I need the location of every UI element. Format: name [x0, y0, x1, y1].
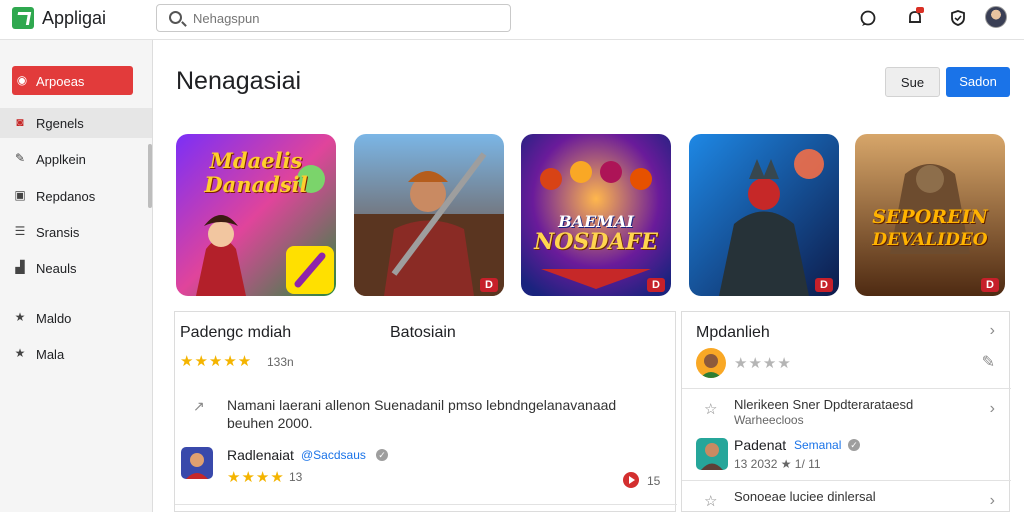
- secondary-button[interactable]: Sue: [885, 67, 940, 97]
- tab-secondary[interactable]: Batosiain: [390, 324, 456, 342]
- list-icon: ☰: [14, 224, 26, 238]
- game-tile[interactable]: SEPOREIN DEVALIDEO D: [855, 134, 1005, 296]
- developer-rating-count: 13: [289, 470, 303, 484]
- play-count: 15: [647, 474, 661, 488]
- search-icon: [169, 11, 182, 24]
- star-icon: ★: [14, 310, 26, 324]
- sidebar-item-applkein[interactable]: ✎ Applkein: [0, 144, 152, 174]
- sidebar-item-label: Mala: [36, 347, 65, 362]
- sidebar-item-arpoeas[interactable]: ◉ Arpoeas: [12, 66, 133, 95]
- search-input[interactable]: [193, 9, 493, 27]
- tile-caption-line1: Mdaelis: [209, 148, 303, 173]
- game-tile-art: [354, 134, 504, 296]
- tile-tag: D: [815, 278, 833, 292]
- developer-avatar[interactable]: [181, 447, 213, 479]
- list-avatar: [696, 438, 728, 470]
- sidebar-item-label: Rgenels: [36, 116, 84, 131]
- developer-stars: ★★★★: [227, 469, 285, 486]
- panel-title: Padengc mdiah: [180, 324, 292, 341]
- tile-caption-line1: SEPOREIN: [872, 206, 988, 228]
- divider: [175, 504, 677, 505]
- tile-tag: D: [981, 278, 999, 292]
- list-item-subtitle: Warheecloos: [734, 413, 804, 427]
- list-item-title[interactable]: Padenat: [734, 437, 786, 453]
- sidebar-item-rgenels[interactable]: ◙ Rgenels: [0, 108, 152, 138]
- side-panel: Mpdanlieh › ★★★★ ✎ ☆ Nlerikeen Sner Dpdt…: [681, 311, 1011, 512]
- chevron-right-icon[interactable]: ›: [990, 322, 995, 340]
- panel-title: Mpdanlieh: [696, 324, 770, 341]
- sidebar-item-label: Neauls: [36, 261, 77, 276]
- sidebar-item-maldo[interactable]: ★ Maldo: [0, 303, 152, 333]
- divider: [682, 388, 1011, 389]
- sidebar-item-label: Sransis: [36, 225, 80, 240]
- sidebar-item-label: Applkein: [36, 152, 86, 167]
- developer-handle[interactable]: @Sacdsaus: [301, 448, 366, 462]
- game-tile[interactable]: Mdaelis Danadsil: [176, 134, 336, 296]
- edit-icon[interactable]: ✎: [982, 352, 995, 372]
- chat-icon[interactable]: [858, 8, 878, 28]
- sidebar-item-label: Arpoeas: [36, 74, 85, 89]
- play-icon[interactable]: [623, 472, 639, 488]
- sidebar-item-sransis[interactable]: ☰ Sransis: [0, 217, 152, 247]
- sidebar-item-neauls[interactable]: ▟ Neauls: [0, 253, 152, 283]
- game-controller-icon: ◙: [16, 115, 24, 129]
- image-icon: ▣: [14, 188, 26, 202]
- edit-icon: ✎: [14, 151, 26, 165]
- chevron-right-icon[interactable]: ›: [990, 400, 995, 418]
- sidebar-item-mala[interactable]: ★ Mala: [0, 339, 152, 369]
- sidebar-item-label: Maldo: [36, 311, 72, 326]
- star-outline-icon[interactable]: ☆: [704, 400, 717, 418]
- app-logo-icon[interactable]: [12, 7, 34, 29]
- tile-tag: D: [647, 278, 665, 292]
- tile-caption-line2: NOSDAFE: [534, 229, 658, 255]
- app-name: Appligai: [42, 8, 107, 28]
- list-avatar: [696, 348, 726, 378]
- tile-tag: D: [480, 278, 498, 292]
- chart-icon: ▟: [15, 260, 25, 274]
- notification-badge: [916, 7, 924, 13]
- tile-caption-line2: Danadsil: [204, 172, 308, 197]
- verified-icon: ✓: [848, 439, 860, 451]
- game-tile-art: [689, 134, 839, 296]
- sidebar: ◉ Arpoeas ◙ Rgenels ✎ Applkein ▣ Repdano…: [0, 40, 153, 512]
- tile-caption-line2: DEVALIDEO: [872, 230, 988, 250]
- game-tile[interactable]: D: [689, 134, 839, 296]
- search-bar[interactable]: [156, 4, 511, 32]
- star-outline-icon[interactable]: ☆: [704, 492, 717, 510]
- list-item-title[interactable]: Sonoeae luciee dinlersal: [734, 489, 876, 504]
- shield-icon[interactable]: [948, 8, 968, 28]
- primary-button[interactable]: Sadon: [946, 67, 1010, 97]
- notification-icon[interactable]: [905, 7, 925, 28]
- developer-name[interactable]: Radlenaiat: [227, 447, 294, 463]
- sidebar-item-label: Repdanos: [36, 189, 96, 204]
- verified-icon: ✓: [376, 449, 388, 461]
- list-item-subtitle: 13 2032 ★ 1/ 11: [734, 457, 821, 471]
- description-text: Namani laerani allenon Suenadanil pmso l…: [227, 397, 617, 431]
- top-bar: Appligai: [0, 0, 1024, 40]
- sidebar-scrollbar[interactable]: [148, 144, 152, 208]
- page-title: Nenagasiai: [176, 67, 302, 95]
- game-tile[interactable]: D: [354, 134, 504, 296]
- rating-stars: ★★★★: [734, 355, 792, 372]
- chevron-right-icon[interactable]: ›: [990, 492, 995, 510]
- list-item-title[interactable]: Nlerikeen Sner Dpdterarataesd: [734, 397, 913, 412]
- game-tile[interactable]: BAEMAI NOSDAFE D: [521, 134, 671, 296]
- rating-count: 133n: [267, 355, 294, 369]
- details-panel: Padengc mdiah Batosiain ★★★★★ 133n ↗ Nam…: [174, 311, 677, 512]
- divider: [682, 480, 1011, 481]
- rating-stars: ★★★★★: [180, 353, 253, 370]
- tag-icon: ◉: [16, 73, 28, 87]
- avatar[interactable]: [985, 6, 1007, 28]
- sidebar-item-repdanos[interactable]: ▣ Repdanos: [0, 181, 152, 211]
- reply-arrow-icon: ↗: [193, 398, 205, 414]
- list-item-handle[interactable]: Semanal: [794, 438, 841, 452]
- star-icon: ★: [14, 346, 26, 360]
